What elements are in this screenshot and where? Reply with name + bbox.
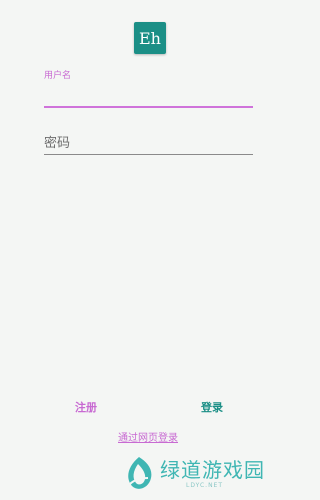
username-label: 用户名 [44,71,72,81]
leaf-logo-icon [128,457,152,489]
watermark: 绿道游戏园 LDYC.NET [120,452,296,496]
password-input[interactable] [44,132,253,155]
watermark-subtext: LDYC.NET [186,482,224,489]
register-button[interactable]: 注册 [56,396,116,418]
watermark-text: 绿道游戏园 [160,458,265,482]
web-login-link[interactable]: 通过网页登录 [98,429,198,444]
login-button[interactable]: 登录 [182,396,242,418]
username-input[interactable] [44,82,253,108]
app-logo-text: Eh [139,28,161,48]
app-logo-icon: Eh [134,22,166,54]
